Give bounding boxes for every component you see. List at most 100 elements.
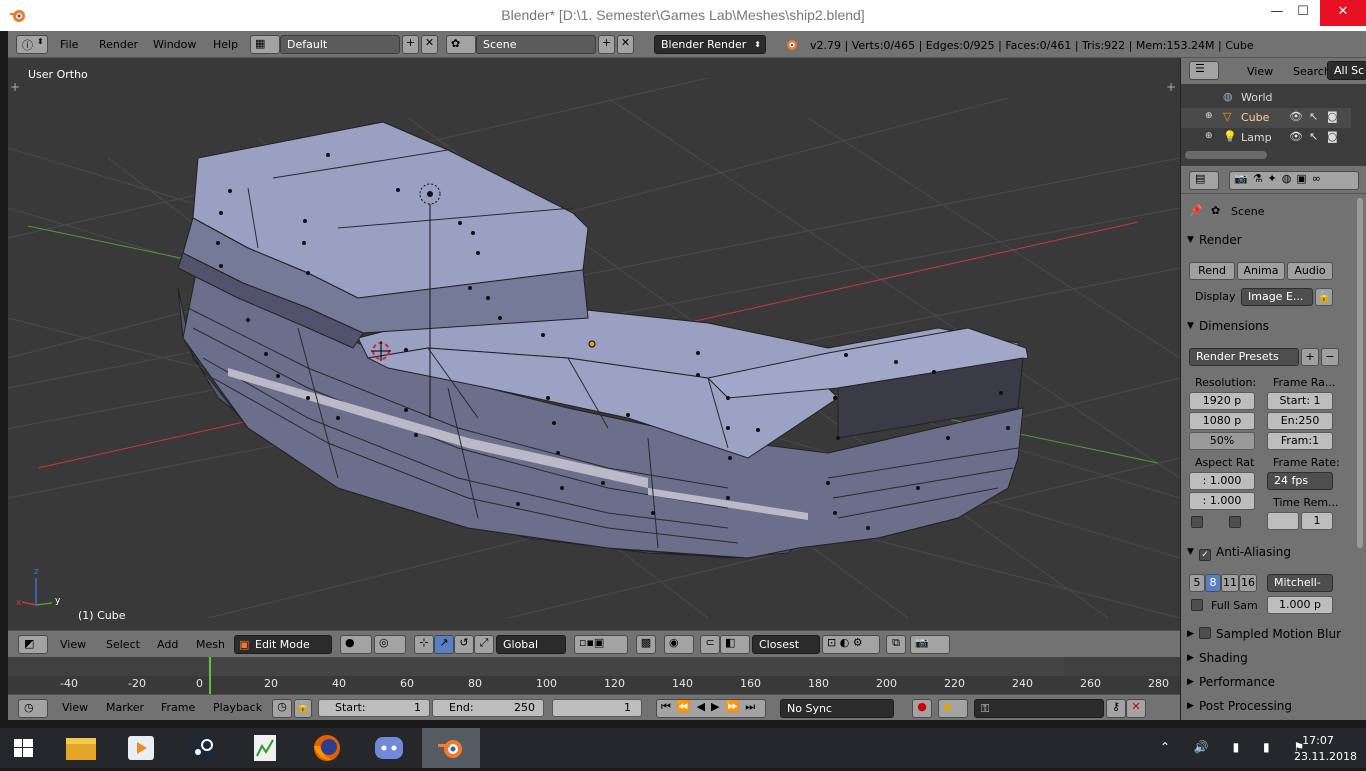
crop-checkbox[interactable] (1229, 516, 1241, 528)
menu-search[interactable]: Search (1293, 65, 1331, 78)
menu-help[interactable]: Help (213, 38, 238, 51)
delete-layout-button[interactable]: ✕ (421, 35, 438, 54)
sync-mode-dropdown[interactable]: No Sync (780, 699, 894, 718)
outliner-row-cube[interactable]: ⊕ ▽ Cube 👁 ↖ ◙ (1181, 108, 1351, 128)
start-button[interactable] (0, 728, 58, 768)
resolution-x-field[interactable]: 1920 p (1189, 392, 1255, 410)
orientation-dropdown[interactable]: Global (496, 635, 566, 654)
menu-window[interactable]: Window (153, 38, 196, 51)
time-remap-old-field[interactable] (1267, 512, 1299, 530)
frame-start-field[interactable]: Start: 1 (1267, 392, 1333, 410)
start-frame-field[interactable]: Start: 1 (318, 699, 430, 717)
render-image-button[interactable]: Rend (1189, 262, 1235, 280)
insert-keyframe-button[interactable]: ⚷ (1106, 699, 1126, 718)
proportional-edit-dropdown[interactable]: ◉ (664, 635, 694, 654)
full-sample-checkbox[interactable] (1191, 599, 1203, 611)
render-preview-buttons[interactable]: 📷 (910, 635, 950, 654)
add-scene-button[interactable]: + (598, 35, 615, 54)
menu-playback[interactable]: Playback (213, 701, 262, 714)
frame-end-field[interactable]: En:250 (1267, 412, 1333, 430)
delete-keyframe-button[interactable]: ✕ (1126, 699, 1146, 718)
system-tray-icons[interactable]: ⌃ 🔊 ▮ ▮ ⚑ (1160, 740, 1314, 754)
properties-expand-icon[interactable]: + (1166, 80, 1176, 94)
resolution-percent-field[interactable]: 50% (1189, 432, 1255, 450)
menu-view[interactable]: View (1247, 65, 1273, 78)
taskbar-file-explorer[interactable] (52, 728, 110, 768)
cursor-icon[interactable]: ↖ (1309, 110, 1318, 123)
occlude-geometry-button[interactable]: ▩ (636, 635, 656, 654)
time-remap-new-field[interactable]: 1 (1301, 512, 1333, 530)
taskbar-discord[interactable] (360, 728, 418, 768)
resolution-y-field[interactable]: 1080 p (1189, 412, 1255, 430)
render-animation-button[interactable]: Anima (1237, 262, 1285, 280)
dimensions-panel-header[interactable]: ▼ Dimensions (1185, 316, 1335, 336)
aa-filter-dropdown[interactable]: Mitchell- (1267, 574, 1333, 592)
post-processing-panel-header[interactable]: ▶ Post Processing (1185, 696, 1335, 716)
aa-sample-8[interactable]: 8 (1205, 574, 1221, 592)
manipulator-toggle[interactable]: ⊹ (414, 635, 434, 654)
aa-enable-checkbox[interactable]: ✓ (1199, 549, 1211, 561)
menu-frame[interactable]: Frame (161, 701, 195, 714)
eye-icon[interactable]: 👁 (1289, 130, 1303, 143)
audio-mixdown-button[interactable]: Audio (1287, 262, 1333, 280)
current-frame-field[interactable]: 1 (552, 699, 642, 717)
menu-add[interactable]: Add (157, 638, 178, 651)
taskbar-video-player[interactable] (112, 728, 170, 768)
render-engine-dropdown[interactable]: Blender Render ⬍ (654, 35, 766, 54)
taskbar-blender[interactable] (422, 728, 480, 768)
menu-select[interactable]: Select (106, 638, 140, 651)
taskbar-firefox[interactable] (298, 728, 356, 768)
screen-layout-button[interactable]: ▦ (250, 35, 280, 54)
editor-type-button[interactable]: ☰ (1189, 61, 1219, 80)
properties-scrollbar[interactable] (1357, 198, 1363, 548)
frame-step-field[interactable]: Fram:1 (1267, 432, 1333, 450)
frame-rate-dropdown[interactable]: 24 fps (1267, 472, 1333, 490)
editor-type-button[interactable]: ⓘ ⬍ (16, 35, 48, 54)
current-frame-playhead[interactable] (209, 657, 212, 694)
menu-mesh[interactable]: Mesh (196, 638, 225, 651)
menu-view[interactable]: View (60, 638, 86, 651)
render-presets-dropdown[interactable]: Render Presets (1189, 348, 1299, 366)
toolbar-expand-icon[interactable]: + (10, 80, 20, 94)
add-layout-button[interactable]: + (402, 35, 419, 54)
motion-blur-panel-header[interactable]: ▶ Sampled Motion Blur (1185, 624, 1355, 644)
pivot-dropdown[interactable]: ◎ (374, 635, 406, 654)
taskbar-clock[interactable]: 17:07 23.11.2018 (1294, 734, 1357, 763)
ship-mesh[interactable] (177, 121, 1029, 559)
add-preset-button[interactable]: + (1301, 348, 1319, 366)
3d-viewport[interactable]: User Ortho (1) Cube z y x + + (8, 58, 1180, 630)
editor-type-button[interactable]: ▤ (1189, 171, 1219, 190)
display-mode-dropdown[interactable]: All Sc (1327, 61, 1366, 80)
active-keying-set-field[interactable]: ⚿ (974, 699, 1104, 718)
lock-range-toggle[interactable]: 🔒 (294, 699, 312, 718)
shading-dropdown[interactable]: ● (340, 635, 372, 654)
render-panel-header[interactable]: ▼ Render (1185, 230, 1335, 250)
camera-icon[interactable]: ◙ (1327, 110, 1338, 123)
menu-render[interactable]: Render (99, 38, 138, 51)
menu-file[interactable]: File (60, 38, 78, 51)
motion-blur-checkbox[interactable] (1199, 627, 1211, 639)
snap-element-dropdown[interactable]: ◧ (720, 635, 750, 654)
display-dropdown[interactable]: Image E... (1241, 288, 1313, 306)
close-button[interactable]: ✕ (1320, 0, 1366, 26)
scene-field[interactable]: Scene (476, 35, 596, 54)
lock-interface-button[interactable]: 🔒 (1315, 288, 1333, 306)
snap-options-buttons[interactable]: ⊡ ◐ ⚙ (822, 635, 880, 654)
cursor-icon[interactable]: ↖ (1309, 130, 1318, 143)
aa-sample-16[interactable]: 16 (1239, 574, 1257, 592)
preview-range-toggle[interactable]: ◷ (272, 699, 292, 718)
expand-icon[interactable]: ⊕ (1205, 111, 1213, 121)
aa-sample-5[interactable]: 5 (1189, 574, 1205, 592)
expand-icon[interactable]: ⊕ (1205, 131, 1213, 141)
viewport-scene[interactable] (8, 58, 1180, 630)
performance-panel-header[interactable]: ▶ Performance (1185, 672, 1335, 692)
taskbar-steam[interactable] (174, 728, 232, 768)
scale-manipulator-button[interactable]: ⤢ (474, 635, 494, 654)
translate-manipulator-button[interactable]: ↗ (434, 635, 454, 654)
outliner-scrollbar[interactable] (1185, 151, 1267, 159)
select-mode-buttons[interactable]: ▫▪▣ (574, 635, 628, 654)
eye-icon[interactable]: 👁 (1289, 110, 1303, 123)
menu-view[interactable]: View (62, 701, 88, 714)
pin-icon[interactable]: 📌 (1189, 204, 1203, 217)
camera-icon[interactable]: ◙ (1327, 130, 1338, 143)
